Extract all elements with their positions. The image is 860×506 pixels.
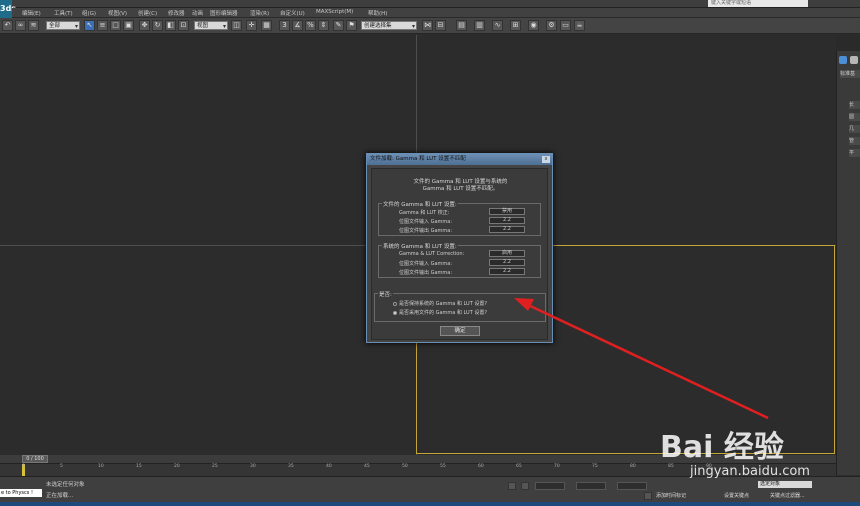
absolute-mode-icon[interactable]: [521, 482, 529, 490]
tick-label: 20: [174, 464, 180, 469]
status-bar: 未选定任何对象 正在加载... e to Physcs ! 添加时间标记 选定对…: [0, 476, 860, 502]
tick-label: 35: [288, 464, 294, 469]
baidu-watermark-logo: Bai 经验: [660, 430, 784, 465]
tick-label: 30: [250, 464, 256, 469]
key-filters-button[interactable]: 关键点过滤器...: [770, 492, 805, 499]
arrow-shaft: [525, 302, 769, 420]
tick-label: 60: [478, 464, 484, 469]
add-time-tag-button[interactable]: 添加时间标记: [656, 492, 686, 499]
tick-label: 75: [592, 464, 598, 469]
x-coordinate-field[interactable]: [535, 482, 565, 490]
tick-label: 55: [440, 464, 446, 469]
selection-status: 未选定任何对象: [46, 482, 85, 488]
set-key-button[interactable]: 设置关键点: [724, 492, 749, 499]
tick-label: 10: [98, 464, 104, 469]
tick-label: 0: [22, 464, 25, 469]
tick-label: 15: [136, 464, 142, 469]
z-coordinate-field[interactable]: [617, 482, 647, 490]
maxscript-listener[interactable]: e to Physcs !: [0, 489, 42, 497]
time-slider-thumb[interactable]: 0 / 100: [22, 455, 48, 463]
time-tag-icon[interactable]: [644, 492, 652, 500]
y-coordinate-field[interactable]: [576, 482, 606, 490]
baidu-watermark-url: jingyan.baidu.com: [690, 464, 810, 479]
tick-label: 40: [326, 464, 332, 469]
windows-taskbar: [0, 502, 860, 506]
tick-label: 70: [554, 464, 560, 469]
tick-label: 5: [60, 464, 63, 469]
tick-label: 45: [364, 464, 370, 469]
tick-label: 25: [212, 464, 218, 469]
tick-label: 80: [630, 464, 636, 469]
tick-label: 50: [402, 464, 408, 469]
lock-selection-icon[interactable]: [508, 482, 516, 490]
selected-object-select[interactable]: 选定对象: [758, 481, 812, 488]
arrow-head: [514, 298, 534, 311]
tick-label: 65: [516, 464, 522, 469]
prompt-status: 正在加载...: [46, 493, 74, 499]
